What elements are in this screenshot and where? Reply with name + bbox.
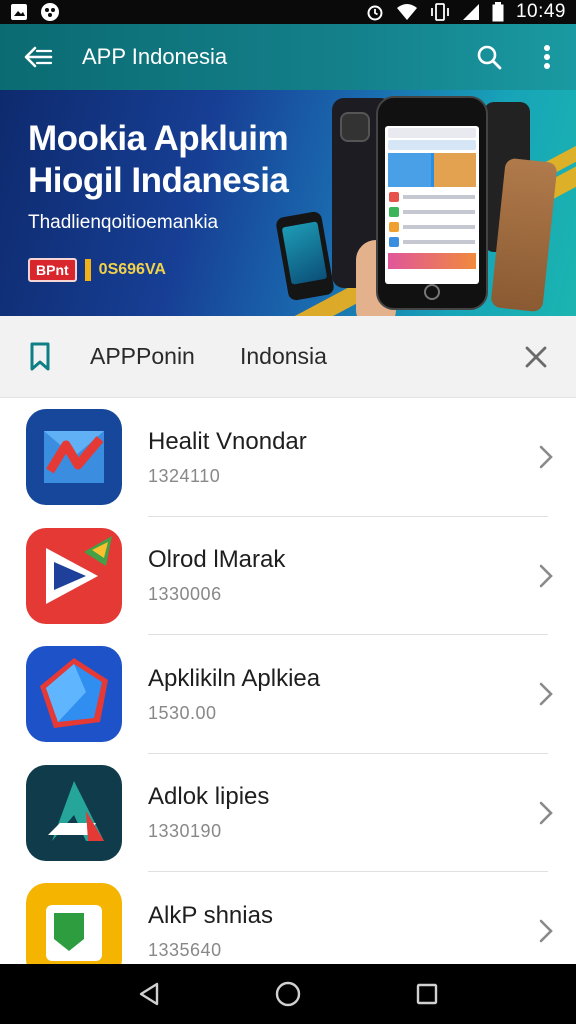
app-icon-1 [26,409,122,506]
chevron-right-icon[interactable] [516,682,576,706]
app-meta: 1335640 [148,939,222,960]
filter-label-app[interactable]: APPPonin [80,343,240,370]
filter-label-country[interactable]: Indonsia [240,343,496,370]
banner-title-line2: Hiogil Indanesia [28,161,289,200]
app-name: AlkP shnias [148,901,273,929]
status-time: 10:49 [515,1,566,22]
app-meta: 1330006 [148,584,222,605]
list-item[interactable]: Healit Vnondar 1324110 [0,398,576,517]
system-nav-bar [0,964,576,1024]
alarm-icon [366,3,384,21]
nav-home-icon[interactable] [258,964,318,1024]
list-item[interactable]: Apklikiln Aplkiea 1530.00 [0,635,576,754]
banner-subtitle: Thadlienqoitioemankia [28,212,219,233]
vibrate-icon [430,3,450,21]
app-name: Adlok lipies [148,783,270,811]
app-icon-5 [26,883,122,964]
filter-bar: APPPonin Indonsia [0,316,576,398]
app-icon-3 [26,646,122,743]
wifi-icon [396,3,418,21]
bookmark-icon[interactable] [0,342,80,372]
app-name: Olrod lMarak [148,546,286,574]
app-name: Healit Vnondar [148,427,307,455]
app-list: Healit Vnondar 1324110 Olrod lMarak 1330… [0,398,576,964]
banner-tag-bar [84,259,91,281]
banner-code: 0S696VA [98,261,166,278]
chevron-right-icon[interactable] [516,445,576,469]
list-item[interactable]: Adlok lipies 1330190 [0,754,576,872]
banner-tags: BPnt 0S696VA [28,258,166,282]
page-title: APP Indonesia [82,44,228,69]
list-item[interactable]: Olrod lMarak 1330006 [0,517,576,635]
app-bar: APP Indonesia [0,24,576,90]
back-arrow-icon[interactable] [0,24,76,90]
search-icon[interactable] [460,24,518,90]
chevron-right-icon[interactable] [516,801,576,825]
app-meta: 1324110 [148,465,221,486]
chevron-right-icon[interactable] [516,564,576,588]
nav-back-icon[interactable] [119,964,179,1024]
phone-small-image [275,210,335,302]
app-name: Apklikiln Aplkiea [148,664,321,692]
status-bar: 10:49 [0,0,576,24]
phone-main-image [376,96,488,310]
nav-recents-icon[interactable] [397,964,457,1024]
banner-title: Mookia Apkluim Hiogil Indanesia [28,118,289,202]
promo-banner[interactable]: Mookia Apkluim Hiogil Indanesia Thadlien… [0,90,576,316]
app-meta: 1530.00 [148,702,217,723]
banner-title-line1: Mookia Apkluim [28,119,289,158]
list-item[interactable]: AlkP shnias 1335640 [0,872,576,964]
app-meta: 1330190 [148,821,222,842]
photo-icon [10,3,28,21]
close-icon[interactable] [496,346,576,368]
battery-icon [492,2,504,22]
signal-icon [462,3,480,21]
more-vert-icon[interactable] [518,24,576,90]
app-icon [40,2,60,22]
app-icon-2 [26,527,122,624]
chevron-right-icon[interactable] [516,919,576,943]
banner-tag: BPnt [28,258,77,282]
app-icon-4 [26,764,122,861]
